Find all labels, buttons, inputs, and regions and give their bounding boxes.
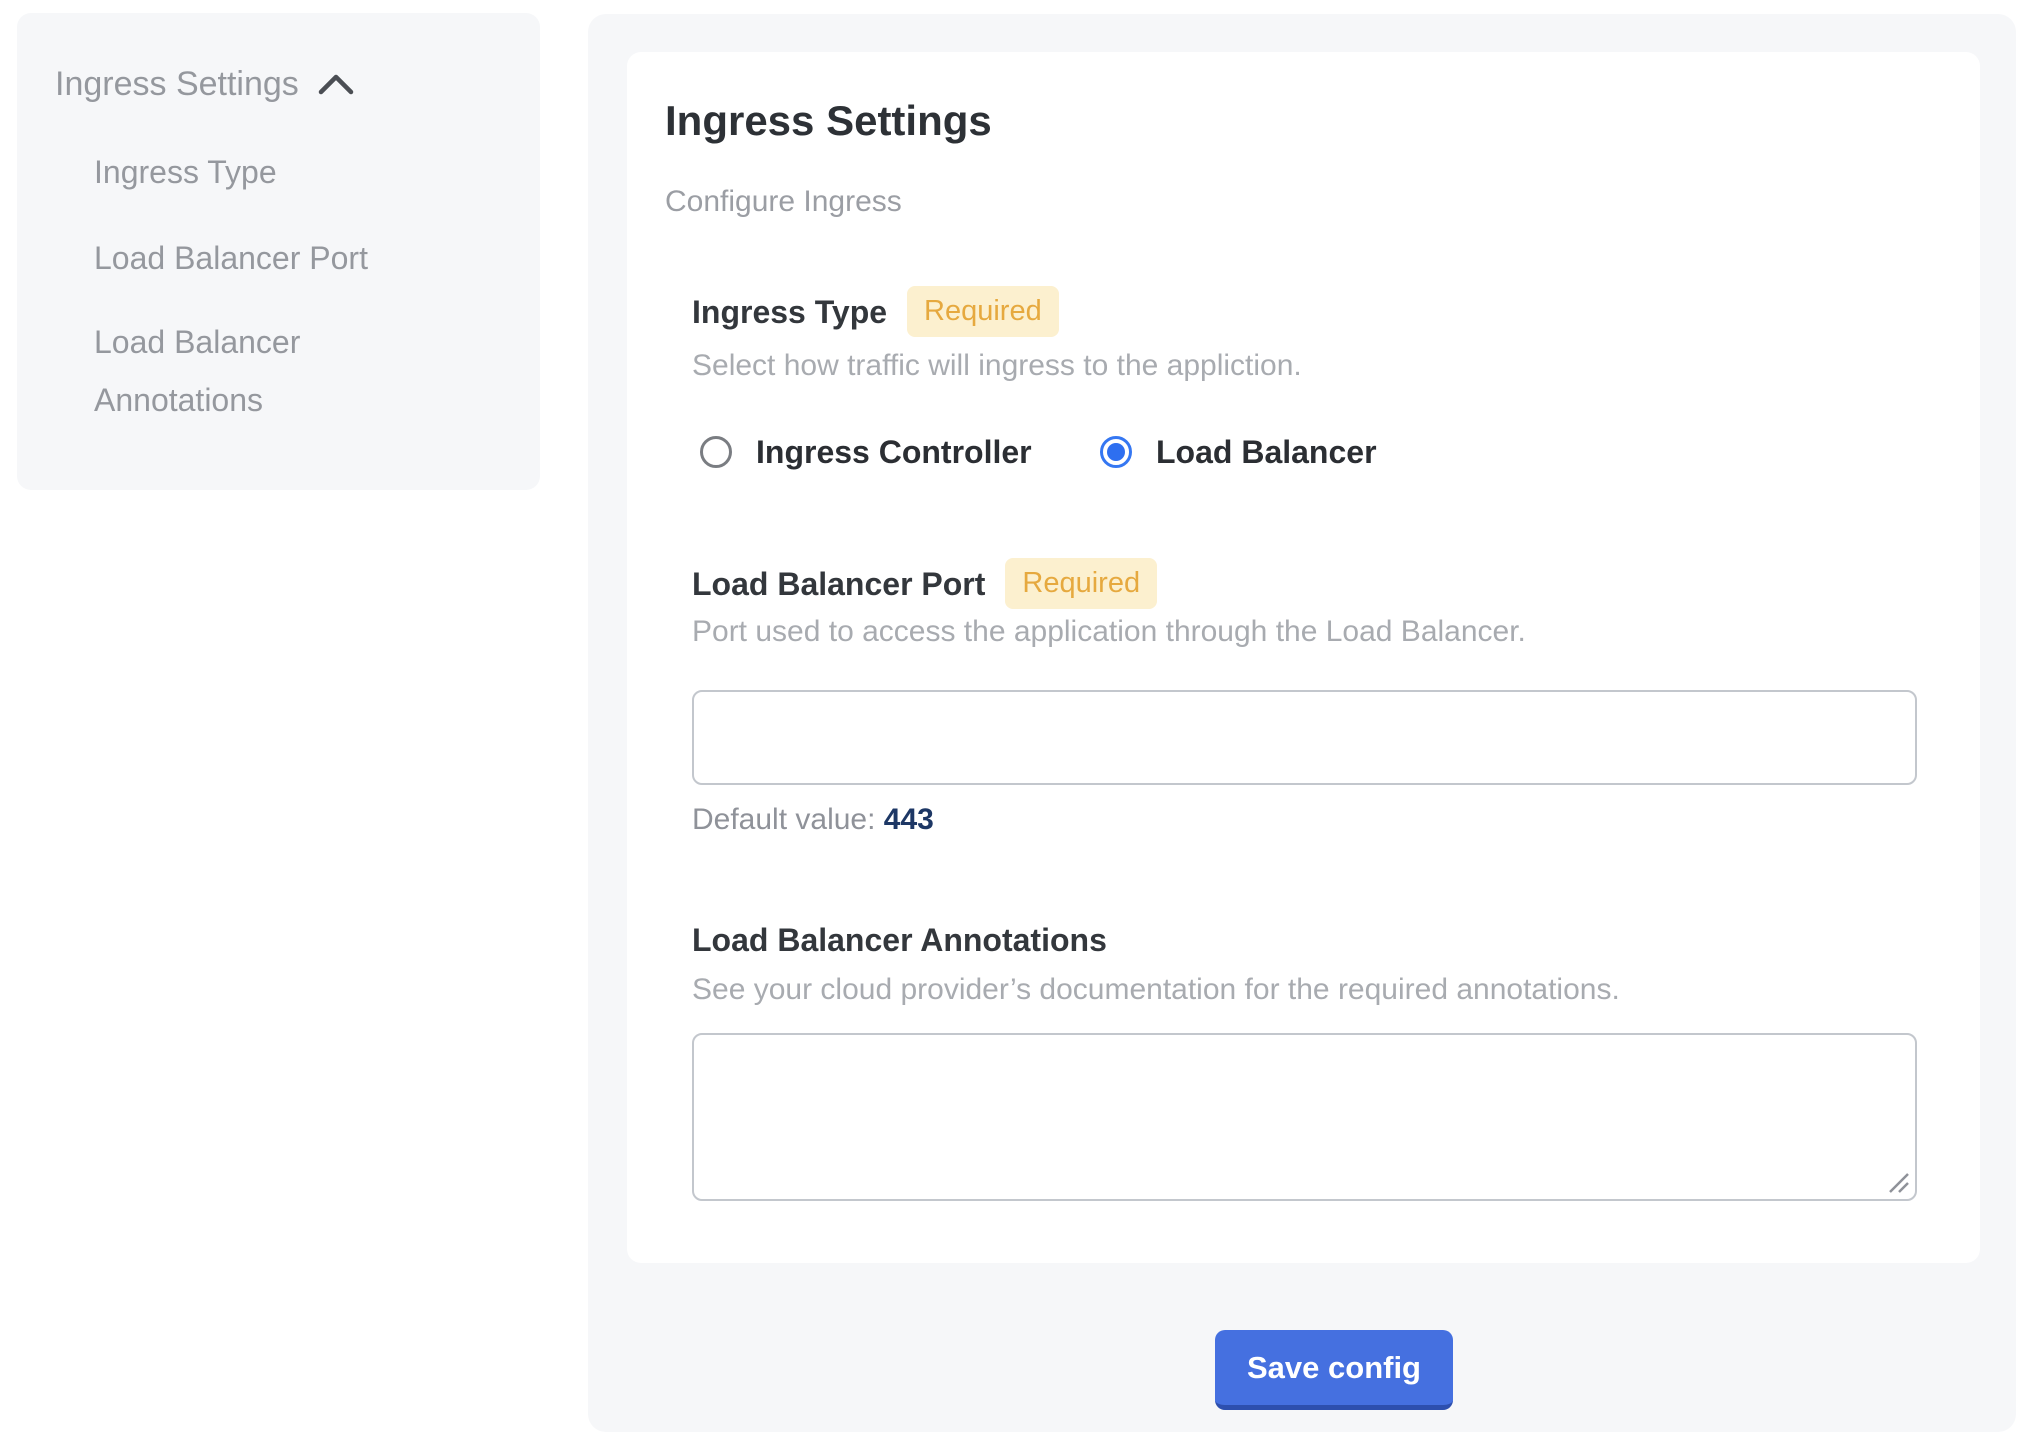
sidebar-item-load-balancer-port[interactable]: Load Balancer Port	[94, 236, 368, 280]
resize-handle-icon[interactable]	[1884, 1168, 1910, 1194]
save-config-button-label: Save config	[1247, 1350, 1421, 1386]
page-subtitle: Configure Ingress	[665, 182, 902, 222]
load-balancer-annotations-textarea[interactable]	[692, 1033, 1917, 1201]
save-config-button[interactable]: Save config	[1215, 1330, 1453, 1410]
sidebar-item-load-balancer-annotations[interactable]: Load Balancer Annotations	[94, 313, 394, 429]
radio-unselected-icon[interactable]	[700, 436, 732, 468]
required-badge: Required	[907, 286, 1059, 337]
sidebar-group-label: Ingress Settings	[55, 62, 299, 106]
radio-selected-icon[interactable]	[1100, 436, 1132, 468]
sidebar-item-ingress-type[interactable]: Ingress Type	[94, 150, 277, 194]
radio-label-ingress-controller[interactable]: Ingress Controller	[756, 430, 1032, 474]
load-balancer-port-label: Load Balancer Port	[692, 562, 985, 606]
main-panel: Ingress Settings Configure Ingress Ingre…	[588, 14, 2016, 1432]
ingress-type-heading-row: Ingress Type Required	[692, 286, 1059, 337]
radio-label-load-balancer[interactable]: Load Balancer	[1156, 430, 1377, 474]
default-value-line: Default value: 443	[692, 800, 934, 840]
load-balancer-port-heading-row: Load Balancer Port Required	[692, 558, 1157, 609]
default-value: 443	[884, 803, 934, 836]
load-balancer-port-input[interactable]	[692, 690, 1917, 785]
load-balancer-annotations-description: See your cloud provider’s documentation …	[692, 970, 1620, 1010]
default-value-label: Default value:	[692, 803, 875, 836]
sidebar: Ingress Settings Ingress Type Load Balan…	[17, 13, 540, 490]
radio-option-ingress-controller[interactable]: Ingress Controller	[700, 430, 1032, 474]
load-balancer-annotations-field	[692, 1033, 1917, 1201]
ingress-type-description: Select how traffic will ingress to the a…	[692, 346, 1302, 386]
ingress-type-label: Ingress Type	[692, 290, 887, 334]
ingress-settings-card: Ingress Settings Configure Ingress Ingre…	[627, 52, 1980, 1263]
ingress-type-radio-group: Ingress Controller Load Balancer	[692, 430, 1917, 478]
page-title: Ingress Settings	[665, 96, 992, 146]
ingress-settings-page: Ingress Settings Ingress Type Load Balan…	[0, 0, 2036, 1452]
radio-option-load-balancer[interactable]: Load Balancer	[1100, 430, 1377, 474]
load-balancer-port-description: Port used to access the application thro…	[692, 612, 1526, 652]
chevron-up-icon	[317, 71, 355, 97]
load-balancer-annotations-heading-row: Load Balancer Annotations	[692, 918, 1107, 962]
load-balancer-annotations-label: Load Balancer Annotations	[692, 918, 1107, 962]
sidebar-group-ingress-settings[interactable]: Ingress Settings	[55, 62, 355, 106]
required-badge: Required	[1005, 558, 1157, 609]
